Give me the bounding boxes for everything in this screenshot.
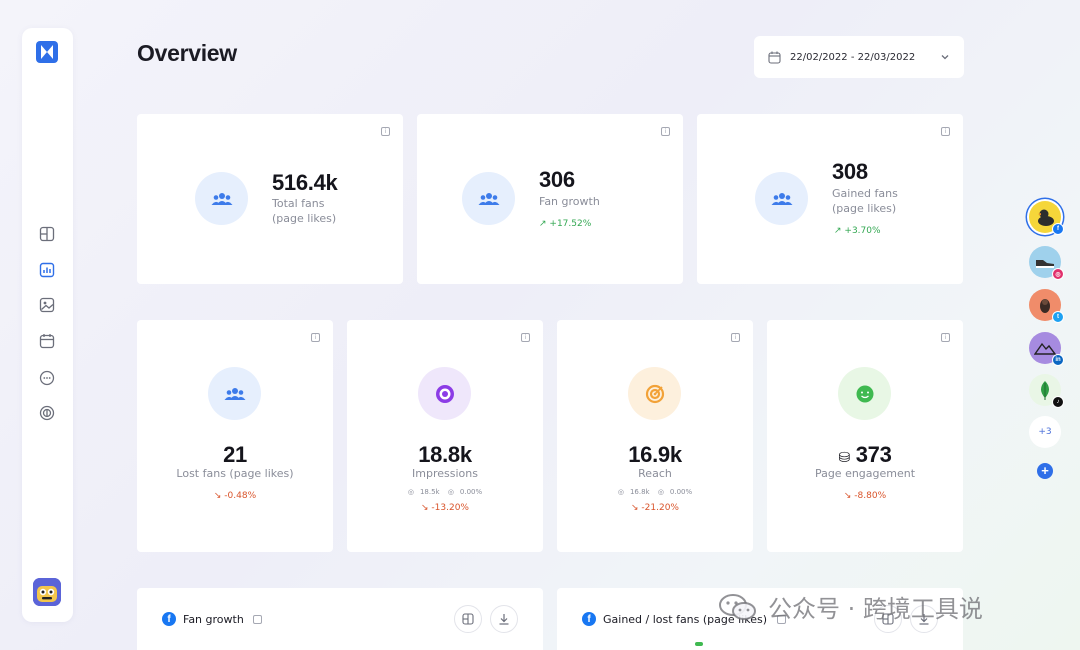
listening-icon[interactable]	[38, 404, 56, 422]
twitter-channel-avatar[interactable]: t	[1029, 289, 1064, 323]
facebook-badge-icon: f	[1052, 223, 1064, 235]
sidebar	[22, 28, 73, 622]
panel-title: Fan growth	[183, 613, 263, 626]
media-icon[interactable]	[38, 296, 56, 314]
gained-fans-sublabel: (page likes)	[832, 202, 897, 215]
coin-icon: ◎	[447, 488, 454, 496]
gained-fans-label: Gained fans	[832, 187, 898, 200]
lost-fans-card: i 21 Lost fans (page likes) ↘ -0.48%	[137, 320, 333, 552]
gained-fans-delta: ↗ +3.70%	[834, 226, 881, 236]
download-icon	[499, 614, 509, 625]
total-fans-value: 516.4k	[272, 170, 338, 195]
chevron-down-icon	[941, 55, 949, 60]
fan-growth-value: 306	[539, 167, 575, 192]
watermark-text: 公众号 · 跨境工具说	[768, 595, 983, 623]
total-fans-sublabel: (page likes)	[272, 212, 337, 225]
target-icon	[628, 367, 681, 420]
fan-growth-card: i 306 Fan growth ↗ +17.52%	[417, 114, 683, 284]
lost-fans-value: 21	[223, 442, 247, 467]
page-engagement-card: i ⛁ 373 Page engagement ↘ -8.80%	[767, 320, 963, 552]
fan-growth-label: Fan growth	[539, 195, 600, 208]
info-icon[interactable]: i	[941, 127, 950, 136]
reach-card: i 16.9k Reach ◎ 16.8k ◎ 0.00% ↘ -21.20%	[557, 320, 753, 552]
impressions-value: 18.8k	[418, 442, 472, 467]
watermark: 公众号 · 跨境工具说	[718, 589, 983, 624]
calendar-icon	[768, 51, 781, 64]
layout-icon	[462, 613, 474, 625]
fans-icon	[755, 172, 808, 225]
info-icon[interactable]: i	[731, 333, 740, 342]
info-icon[interactable]: i	[941, 333, 950, 342]
impressions-label: Impressions	[412, 467, 478, 480]
chat-icon[interactable]	[38, 369, 56, 387]
user-avatar[interactable]	[33, 578, 61, 606]
facebook-channel-avatar[interactable]: f	[1029, 201, 1064, 235]
gained-fans-value: 308	[832, 159, 868, 184]
linkedin-badge-icon: in	[1052, 354, 1064, 366]
total-fans-card: i 516.4k Total fans (page likes)	[137, 114, 403, 284]
dashboard-icon[interactable]	[38, 225, 56, 243]
coin-icon: ◎	[657, 488, 664, 496]
impressions-mini-stats: ◎ 18.5k ◎ 0.00%	[407, 488, 483, 496]
instagram-channel-avatar[interactable]: ◎	[1029, 246, 1064, 280]
fans-icon	[208, 367, 261, 420]
lost-fans-label: Lost fans (page likes)	[176, 467, 294, 480]
page-engagement-delta: ↘ -8.80%	[843, 491, 887, 501]
info-icon[interactable]: i	[311, 333, 320, 342]
page-engagement-value: ⛁ 373	[838, 442, 892, 467]
fan-growth-delta: ↗ +17.52%	[539, 219, 592, 229]
analytics-icon[interactable]	[38, 261, 56, 279]
smile-icon	[838, 367, 891, 420]
facebook-icon: f	[582, 612, 596, 626]
instagram-badge-icon: ◎	[1052, 268, 1064, 280]
fans-icon	[195, 172, 248, 225]
reach-delta: ↘ -21.20%	[631, 503, 679, 513]
app-logo-icon[interactable]	[35, 40, 59, 64]
gained-fans-card: i 308 Gained fans (page likes) ↗ +3.70%	[697, 114, 963, 284]
total-fans-label: Total fans	[272, 197, 325, 210]
reach-label: Reach	[638, 467, 672, 480]
date-range-picker[interactable]: 22/02/2022 - 22/03/2022	[754, 36, 964, 78]
layout-toggle-button[interactable]	[454, 605, 482, 633]
impressions-delta: ↘ -13.20%	[421, 503, 469, 513]
impressions-icon	[418, 367, 471, 420]
twitter-badge-icon: t	[1052, 311, 1064, 323]
fans-icon	[462, 172, 515, 225]
app-frame: Overview 22/02/2022 - 22/03/2022 i 516.4…	[0, 0, 1080, 650]
lost-fans-delta: ↘ -0.48%	[213, 491, 257, 501]
page-engagement-label: Page engagement	[814, 467, 916, 480]
more-channels-button[interactable]: +3	[1029, 416, 1061, 448]
eye-icon: ◎	[617, 488, 624, 496]
calendar-icon[interactable]	[38, 332, 56, 350]
chart-bar-hint	[695, 642, 703, 646]
info-icon[interactable]: i	[661, 127, 670, 136]
coins-icon: ⛁	[838, 449, 850, 465]
date-range-value: 22/02/2022 - 22/03/2022	[790, 51, 916, 63]
page-title: Overview	[137, 40, 237, 66]
tiktok-badge-icon: ♪	[1052, 396, 1064, 408]
wechat-icon	[719, 593, 756, 620]
tiktok-channel-avatar[interactable]: ♪	[1029, 374, 1064, 408]
reach-mini-stats: ◎ 16.8k ◎ 0.00%	[617, 488, 693, 496]
linkedin-channel-avatar[interactable]: in	[1029, 332, 1064, 366]
info-icon[interactable]: i	[521, 333, 530, 342]
reach-value: 16.9k	[628, 442, 682, 467]
impressions-card: i 18.8k Impressions ◎ 18.5k ◎ 0.00% ↘ -13.…	[347, 320, 543, 552]
download-button[interactable]	[490, 605, 518, 633]
info-icon[interactable]: i	[381, 127, 390, 136]
fan-growth-panel: f Fan growth	[137, 588, 543, 650]
eye-icon: ◎	[407, 488, 414, 496]
info-icon[interactable]	[253, 615, 263, 624]
add-channel-button[interactable]: +	[1037, 463, 1053, 479]
facebook-icon: f	[162, 612, 176, 626]
